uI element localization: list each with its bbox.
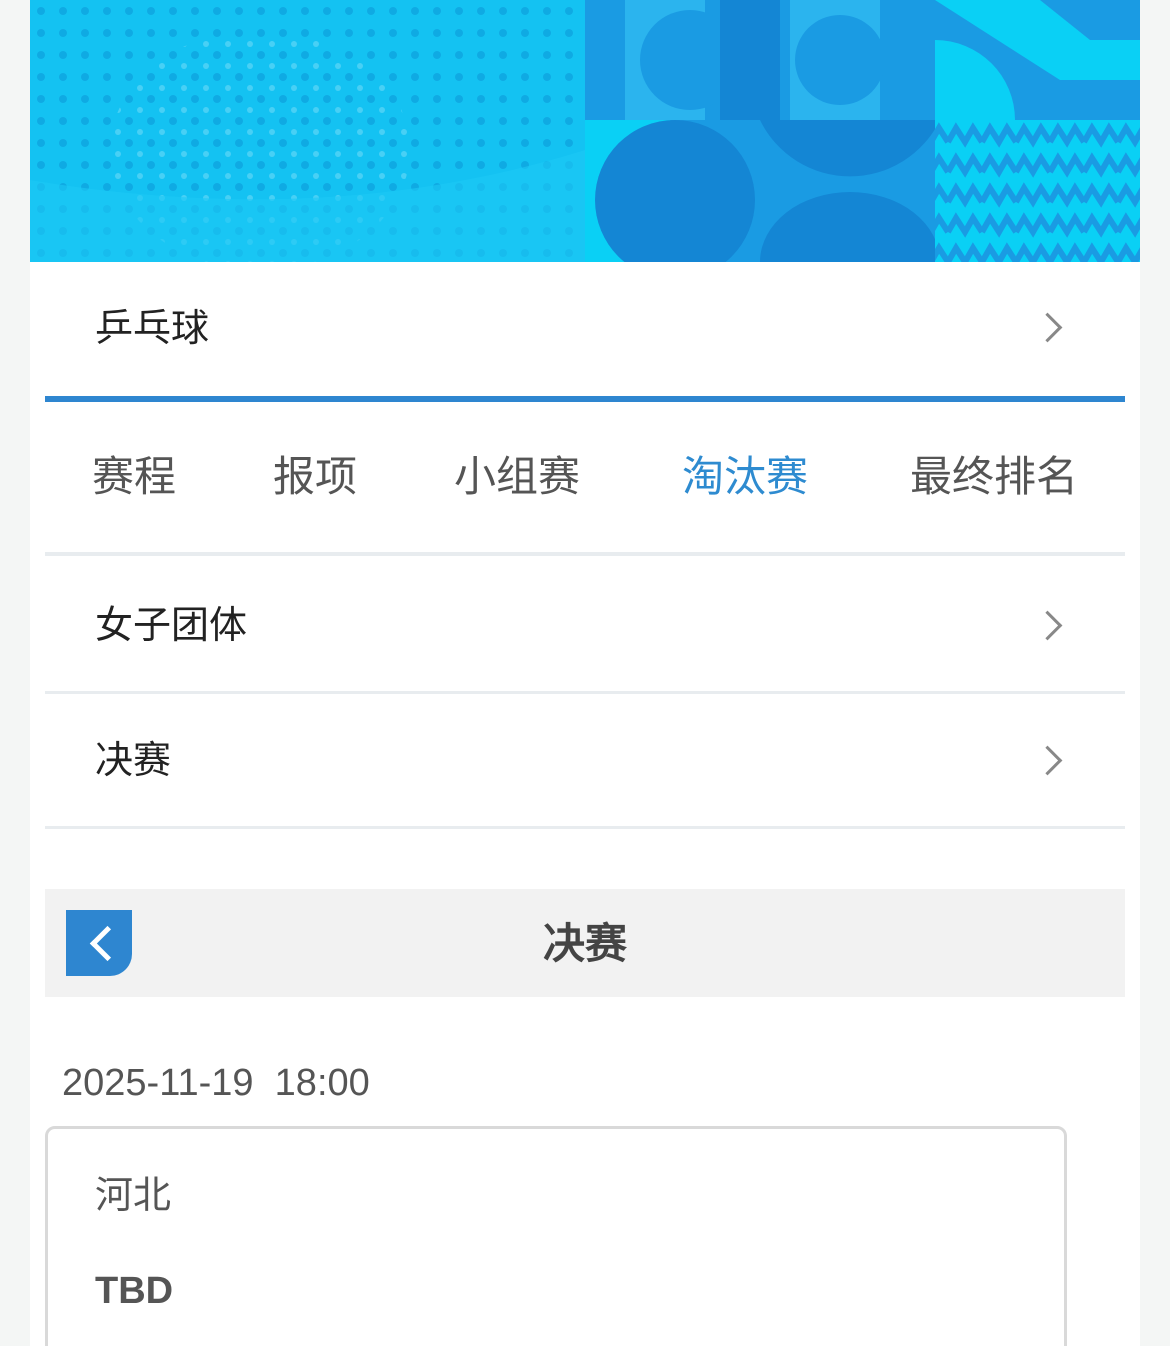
chevron-right-icon: [1032, 312, 1063, 343]
match-datetime: 2025-11-19 18:00: [62, 1062, 370, 1104]
sport-selector[interactable]: 乒乓球: [45, 262, 1125, 396]
stage-header: 决赛: [45, 889, 1125, 997]
content-card: 乒乓球 赛程 报项 小组赛 淘汰赛 最终排名 女子团体 决赛 决赛 2025-1…: [30, 0, 1140, 1346]
tab-knockout[interactable]: 淘汰赛: [682, 452, 808, 502]
team-1-name: 河北: [95, 1173, 172, 1217]
tab-group-stage[interactable]: 小组赛: [454, 452, 580, 502]
tab-bar: 赛程 报项 小组赛 淘汰赛 最终排名: [45, 402, 1125, 556]
stage-title: 决赛: [542, 919, 627, 968]
tab-schedule[interactable]: 赛程: [92, 452, 176, 502]
round-selector[interactable]: 决赛: [45, 694, 1125, 829]
tab-final-ranking[interactable]: 最终排名: [910, 452, 1078, 502]
event-label: 女子团体: [95, 603, 248, 647]
chevron-right-icon: [1032, 745, 1063, 776]
sport-label: 乒乓球: [95, 306, 210, 350]
round-label: 决赛: [95, 738, 172, 782]
banner-image: [30, 0, 1140, 262]
tab-registration[interactable]: 报项: [273, 452, 357, 502]
event-selector[interactable]: 女子团体: [45, 559, 1125, 694]
match-card[interactable]: 河北 TBD: [45, 1126, 1067, 1346]
chevron-right-icon: [1032, 610, 1063, 641]
team-2-name: TBD: [95, 1270, 174, 1312]
